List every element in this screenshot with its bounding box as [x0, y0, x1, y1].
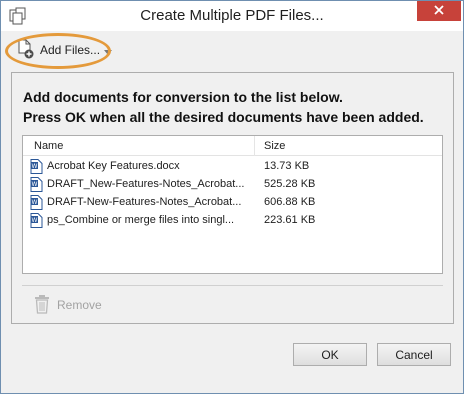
svg-text:W: W	[32, 199, 38, 206]
file-size: 223.61 KB	[264, 214, 316, 226]
title-bar[interactable]: Create Multiple PDF Files...	[1, 1, 463, 31]
divider	[22, 285, 443, 286]
svg-text:W: W	[32, 163, 38, 170]
file-name: ps_Combine or merge files into singl...	[47, 214, 235, 226]
list-item[interactable]: W DRAFT-New-Features-Notes_Acrobat... 60…	[23, 194, 442, 211]
column-header-size[interactable]: Size	[255, 136, 285, 156]
word-document-icon: W	[30, 195, 43, 213]
file-size: 525.28 KB	[264, 178, 316, 190]
file-list[interactable]: Name Size W Acrobat Key Features.docx 13…	[22, 135, 443, 274]
list-header: Name Size	[23, 136, 442, 156]
dialog-window: Create Multiple PDF Files... Add Files..…	[0, 0, 464, 394]
chevron-down-icon[interactable]	[104, 44, 113, 58]
close-icon	[434, 4, 444, 18]
word-document-icon: W	[30, 177, 43, 195]
cancel-button[interactable]: Cancel	[377, 343, 451, 366]
word-document-icon: W	[30, 159, 43, 177]
file-size: 13.73 KB	[264, 160, 310, 172]
ok-button[interactable]: OK	[293, 343, 367, 366]
file-name: Acrobat Key Features.docx	[47, 160, 180, 172]
remove-button[interactable]: Remove	[33, 294, 102, 316]
conversion-panel: Add documents for conversion to the list…	[11, 72, 454, 324]
list-item[interactable]: W DRAFT_New-Features-Notes_Acrobat... 52…	[23, 176, 442, 193]
add-document-icon	[17, 39, 35, 62]
remove-label: Remove	[57, 298, 102, 312]
file-name: DRAFT_New-Features-Notes_Acrobat...	[47, 178, 245, 190]
toolbar: Add Files...	[1, 31, 463, 69]
instructions-line-1: Add documents for conversion to the list…	[23, 89, 343, 105]
instructions: Add documents for conversion to the list…	[23, 87, 424, 127]
add-files-label: Add Files...	[40, 43, 101, 57]
file-name: DRAFT-New-Features-Notes_Acrobat...	[47, 196, 242, 208]
svg-text:W: W	[32, 181, 38, 188]
trash-icon	[33, 294, 51, 317]
close-button[interactable]	[417, 1, 461, 21]
word-document-icon: W	[30, 213, 43, 231]
list-item[interactable]: W ps_Combine or merge files into singl..…	[23, 212, 442, 229]
add-files-button[interactable]: Add Files...	[17, 39, 113, 62]
list-item[interactable]: W Acrobat Key Features.docx 13.73 KB	[23, 158, 442, 175]
file-size: 606.88 KB	[264, 196, 316, 208]
instructions-line-2: Press OK when all the desired documents …	[23, 109, 424, 125]
window-title: Create Multiple PDF Files...	[140, 7, 324, 24]
svg-text:W: W	[32, 217, 38, 224]
column-header-name[interactable]: Name	[23, 136, 255, 156]
